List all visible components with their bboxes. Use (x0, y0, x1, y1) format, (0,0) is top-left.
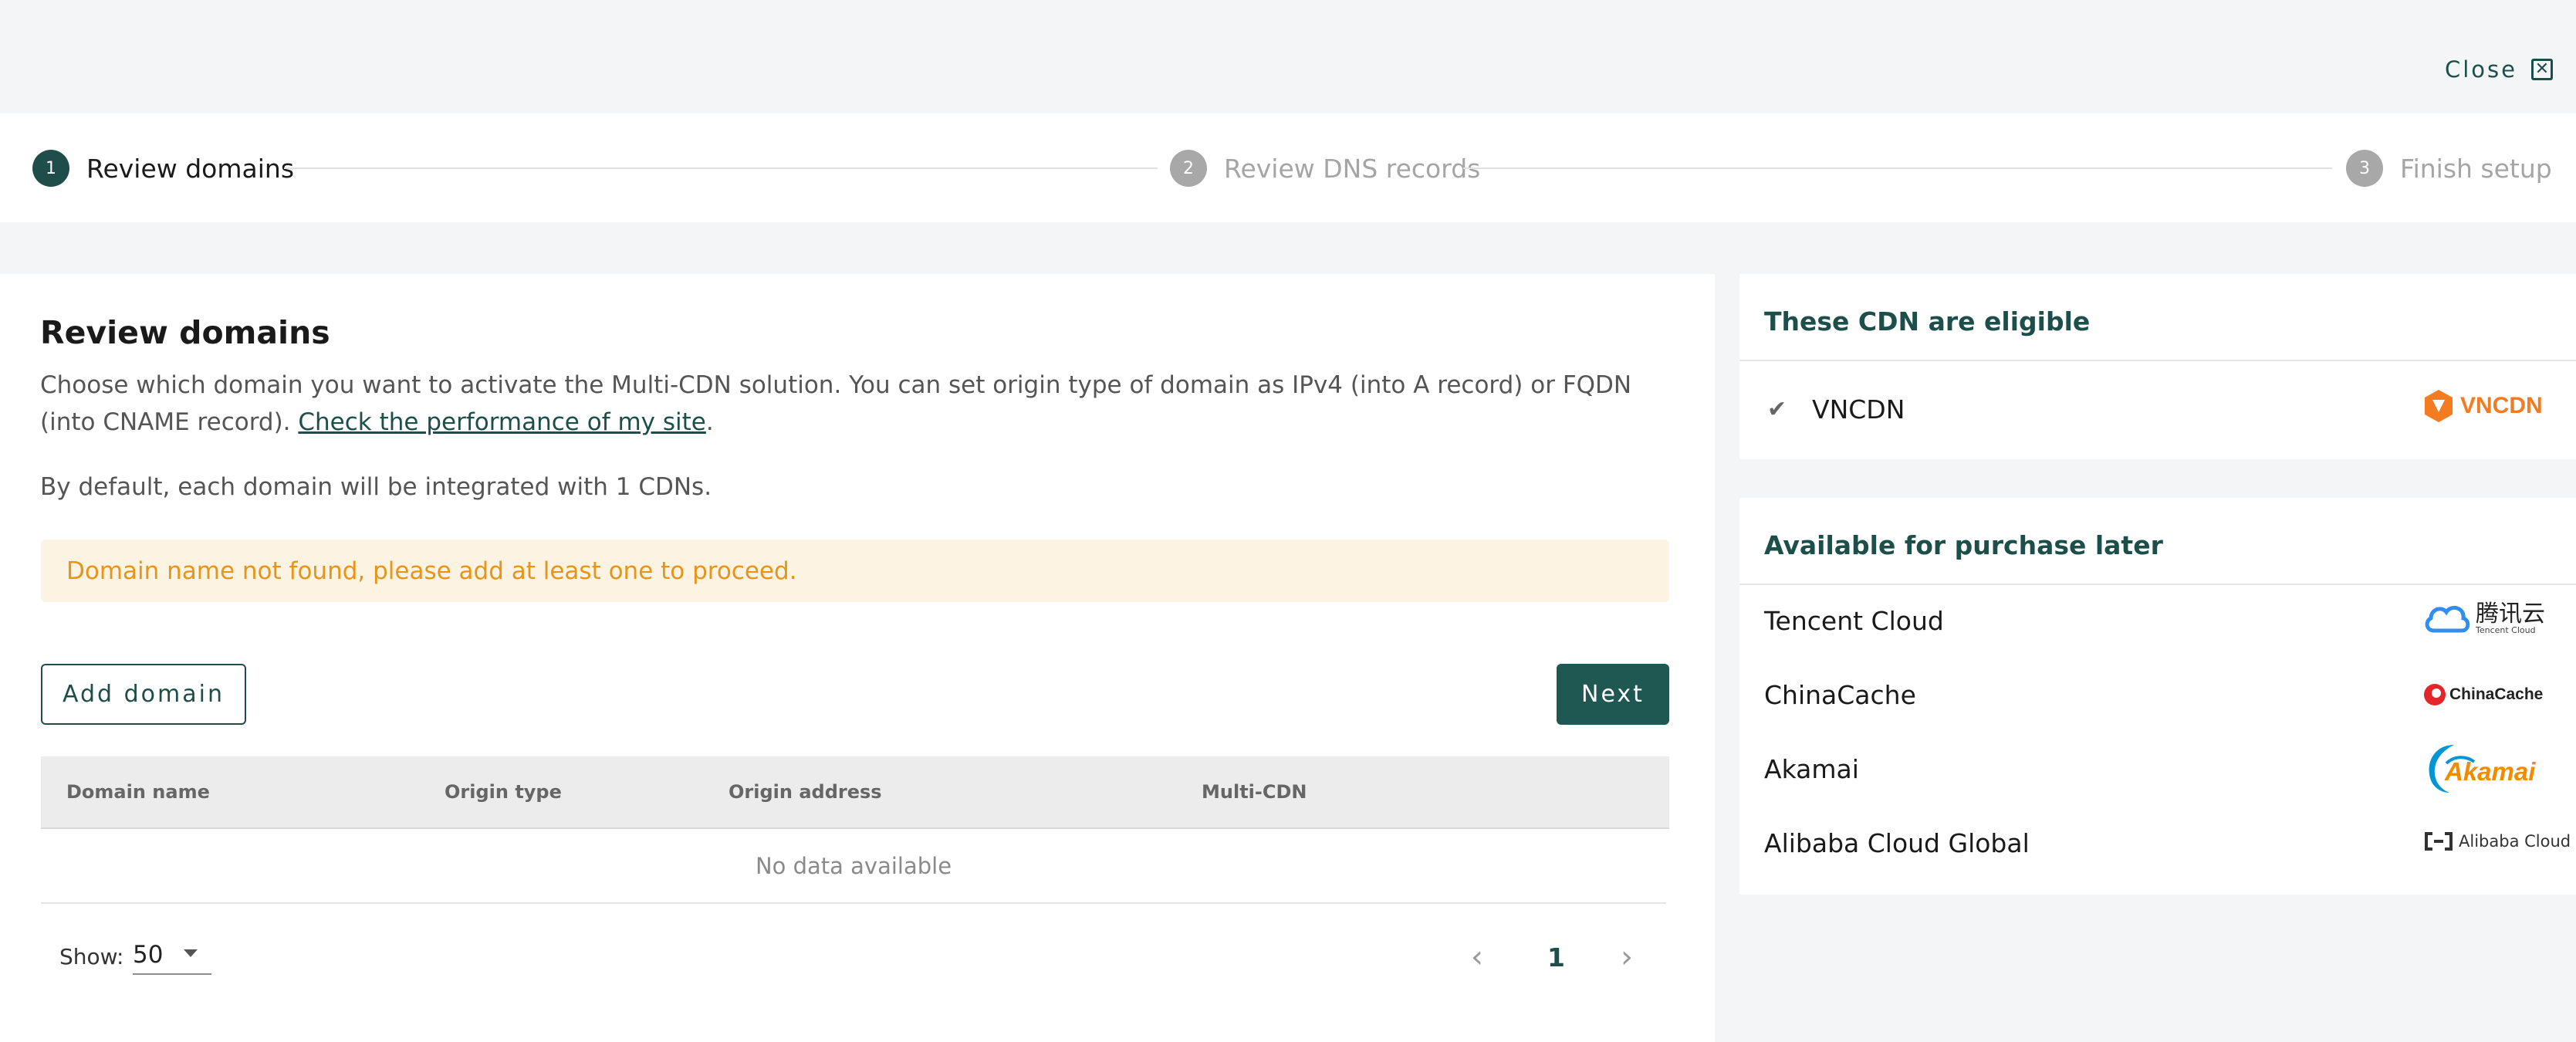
close-icon: ✕ (2531, 59, 2553, 80)
akamai-logo: Akamai (2423, 742, 2547, 796)
page-size-label: Show: (59, 944, 124, 969)
page-size-select[interactable]: 50 (133, 936, 211, 975)
tencent-logo-subtext: Tencent Cloud (2476, 624, 2536, 635)
chinacache-logo: ChinaCache (2423, 683, 2543, 706)
vncdn-logo-text: VNCDN (2460, 393, 2543, 418)
cdn-name: VNCDN (1812, 394, 1905, 425)
alibaba-logo-text: Alibaba Cloud (2459, 832, 2571, 851)
card-title: Available for purchase later (1764, 530, 2163, 560)
chinacache-logo-text: ChinaCache (2449, 685, 2544, 703)
cdn-name-akamai: Akamai (1764, 754, 1859, 784)
tencent-cloud-logo: 腾讯云 Tencent Cloud (2423, 601, 2545, 635)
cdn-name-alibaba: Alibaba Cloud Global (1764, 828, 2030, 858)
column-header-origin-type[interactable]: Origin type (445, 781, 562, 803)
table-empty-row: No data available (41, 829, 1666, 904)
check-performance-link[interactable]: Check the performance of my site (298, 408, 705, 436)
cdn-name-chinacache: ChinaCache (1764, 680, 1916, 710)
description-end: . (705, 408, 714, 436)
review-domains-panel: Review domains Choose which domain you w… (0, 274, 1715, 1042)
alibaba-cloud-logo: Alibaba Cloud (2423, 831, 2571, 851)
stepper: 1 Review domains 2 Review DNS records 3 … (0, 113, 2576, 222)
next-button[interactable]: Next (1557, 664, 1669, 725)
column-header-multi-cdn[interactable]: Multi-CDN (1202, 781, 1307, 803)
vncdn-logo-mark (2425, 390, 2453, 422)
table-header: Domain name Origin type Origin address M… (41, 756, 1669, 829)
cloud-icon (2425, 605, 2470, 633)
step-label: Review DNS records (1224, 153, 1481, 184)
purchase-later-card: Available for purchase later Tencent Clo… (1739, 498, 2576, 895)
step-connector (1463, 167, 2332, 169)
card-title: These CDN are eligible (1764, 306, 2091, 337)
step-label: Review domains (86, 153, 295, 184)
page-number[interactable]: 1 (1547, 942, 1565, 973)
warning-alert: Domain name not found, please add at lea… (41, 540, 1669, 602)
divider (1739, 360, 2576, 361)
chevron-right-icon[interactable]: › (1621, 939, 1633, 975)
step-number: 2 (1170, 150, 1207, 187)
alert-text: Domain name not found, please add at lea… (66, 557, 797, 585)
close-label: Close (2445, 56, 2517, 83)
step-review-dns-records[interactable]: 2 Review DNS records (1170, 150, 1481, 187)
step-number: 1 (32, 150, 69, 187)
chinacache-logo-mark (2424, 684, 2446, 705)
divider (1739, 584, 2576, 585)
description-text: Choose which domain you want to activate… (40, 371, 1632, 436)
check-icon: ✔ (1767, 396, 1787, 423)
chevron-down-icon (184, 949, 198, 957)
akamai-logo-text: Akamai (2445, 757, 2536, 786)
tencent-logo-text-group: 腾讯云 Tencent Cloud (2476, 600, 2545, 635)
default-note: By default, each domain will be integrat… (40, 473, 712, 501)
chevron-left-icon[interactable]: ‹ (1471, 939, 1483, 975)
step-review-domains[interactable]: 1 Review domains (32, 150, 295, 187)
description: Choose which domain you want to activate… (40, 367, 1676, 441)
empty-text: No data available (755, 852, 952, 879)
vncdn-logo: VNCDN (2423, 388, 2543, 424)
close-button[interactable]: Close ✕ (2445, 54, 2553, 85)
alibaba-logo-mark (2425, 832, 2453, 851)
page-size-value: 50 (133, 941, 164, 969)
cdn-name-tencent: Tencent Cloud (1764, 606, 1944, 636)
step-number: 3 (2346, 150, 2383, 187)
tencent-logo-text: 腾讯云 (2476, 600, 2545, 628)
column-header-origin-address[interactable]: Origin address (729, 781, 882, 803)
step-connector (284, 167, 1158, 169)
eligible-cdn-card: These CDN are eligible ✔ VNCDN VNCDN (1739, 274, 2576, 459)
add-domain-button[interactable]: Add domain (41, 664, 246, 725)
page-title: Review domains (40, 314, 330, 351)
column-header-domain-name[interactable]: Domain name (66, 781, 210, 803)
step-finish-setup[interactable]: 3 Finish setup (2346, 150, 2552, 187)
step-label: Finish setup (2400, 153, 2552, 184)
